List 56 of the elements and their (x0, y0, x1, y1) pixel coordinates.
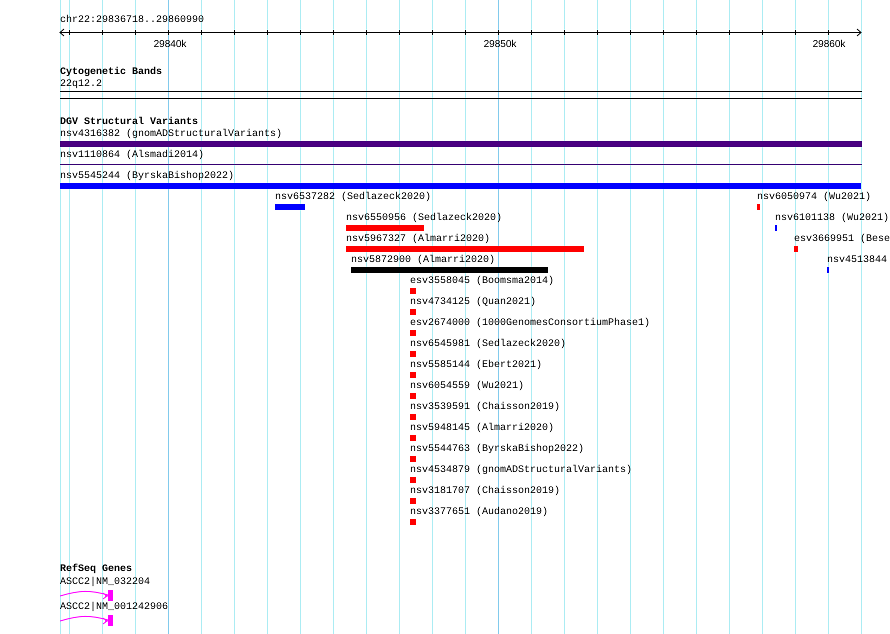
variant-label[interactable]: nsv6545981 (Sedlazeck2020) (410, 339, 566, 351)
tick-label: 29840k (152, 39, 188, 51)
variant-label[interactable]: nsv4734125 (Quan2021) (410, 297, 536, 309)
band-label: 22q12.2 (60, 79, 102, 90)
variant-label[interactable]: nsv3539591 (Chaisson2019) (410, 402, 560, 414)
variant-label[interactable]: esv2674000 (1000GenomesConsortiumPhase1) (410, 318, 650, 330)
gene-drawing[interactable] (60, 615, 115, 626)
track-title: Cytogenetic Bands (60, 67, 162, 79)
variant-bar[interactable] (351, 267, 548, 273)
variant-label[interactable]: nsv6054559 (Wu2021) (410, 381, 524, 393)
variant-bar[interactable] (410, 309, 416, 315)
variant-bar[interactable] (410, 477, 416, 483)
tick-label: 29860k (812, 39, 846, 51)
gene-label[interactable]: ASCC2|NM_001242906 (60, 602, 168, 613)
variant-label[interactable]: nsv5948145 (Almarri2020) (410, 423, 554, 435)
variant-bar[interactable] (346, 246, 584, 252)
variant-bar[interactable] (60, 141, 862, 147)
variant-label[interactable]: nsv6550956 (Sedlazeck2020) (346, 213, 502, 225)
location-label: chr22:29836718..29860990 (60, 15, 204, 27)
variant-bar[interactable] (410, 498, 416, 504)
variant-bar[interactable] (410, 372, 416, 378)
variant-label[interactable]: nsv5545244 (ByrskaBishop2022) (60, 171, 234, 183)
tick-label: 29850k (482, 39, 518, 51)
variant-line[interactable] (60, 164, 862, 165)
variant-label[interactable]: nsv5585144 (Ebert2021) (410, 360, 542, 372)
variant-label[interactable]: nsv4513844 (827, 255, 888, 267)
variant-label[interactable]: nsv1110864 (Alsmadi2014) (60, 150, 204, 162)
gene-drawing[interactable] (60, 590, 115, 601)
variant-bar[interactable] (757, 204, 760, 210)
track-title: RefSeq Genes (60, 564, 132, 576)
variant-bar[interactable] (410, 330, 416, 336)
gene-label[interactable]: ASCC2|NM_032204 (60, 577, 150, 588)
variant-bar[interactable] (60, 183, 861, 189)
variant-label[interactable]: esv3669951 (Bese (794, 234, 890, 246)
variant-label[interactable]: nsv6537282 (Sedlazeck2020) (275, 192, 432, 204)
variant-bar[interactable] (794, 246, 798, 252)
variant-bar[interactable] (346, 225, 424, 231)
variant-bar[interactable] (410, 519, 416, 525)
variant-label[interactable]: nsv3377651 (Audano2019) (410, 507, 548, 519)
variant-label[interactable]: esv3558045 (Boomsma2014) (410, 276, 554, 288)
variant-label[interactable]: nsv5544763 (ByrskaBishop2022) (410, 444, 584, 456)
variant-label[interactable]: nsv4316382 (gnomADStructuralVariants) (60, 129, 282, 141)
variant-bar[interactable] (410, 414, 416, 420)
variant-label[interactable]: nsv3181707 (Chaisson2019) (410, 486, 560, 498)
variant-label[interactable]: nsv6101138 (Wu2021) (775, 213, 890, 225)
variant-bar[interactable] (275, 204, 305, 210)
variant-label[interactable]: nsv6050974 (Wu2021) (757, 192, 872, 204)
variant-label[interactable]: nsv4534879 (gnomADStructuralVariants) (410, 465, 632, 477)
variant-bar[interactable] (410, 288, 416, 294)
variant-bar[interactable] (410, 456, 416, 462)
variant-label[interactable]: nsv5872900 (Almarri2020) (351, 255, 496, 267)
variant-bar[interactable] (410, 435, 416, 441)
variant-label[interactable]: nsv5967327 (Almarri2020) (346, 234, 490, 246)
variant-bar[interactable] (410, 393, 416, 399)
track-title: DGV Structural Variants (60, 117, 198, 128)
variant-bar[interactable] (410, 351, 416, 357)
